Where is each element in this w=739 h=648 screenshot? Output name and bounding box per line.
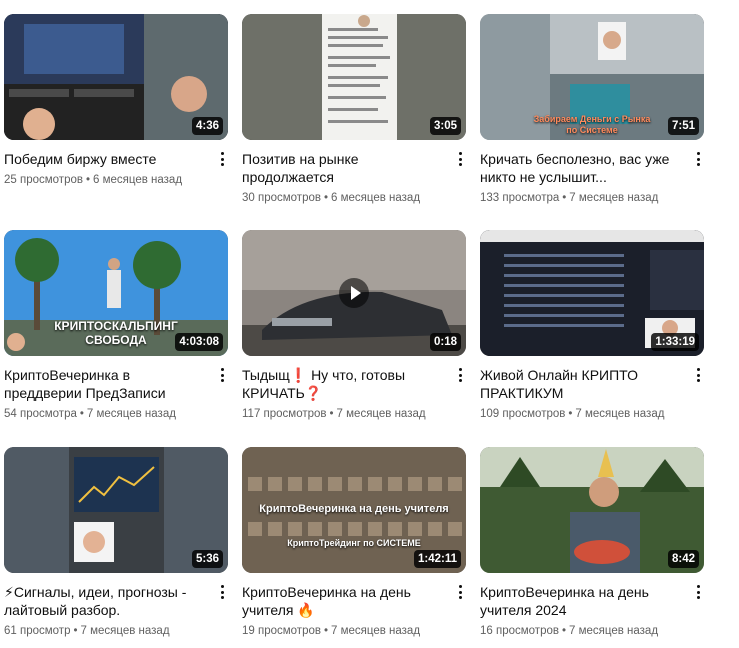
video-stats: 54 просмотра • 7 месяцев назад (4, 408, 176, 420)
video-stats: 16 просмотров • 7 месяцев назад (480, 625, 659, 637)
view-count: 133 просмотра (480, 192, 560, 204)
more-actions-icon[interactable] (692, 583, 704, 601)
upload-age: 6 месяцев назад (93, 174, 183, 186)
view-count: 25 просмотров (4, 174, 83, 186)
video-title[interactable]: Позитив на рынке продолжается (242, 150, 448, 186)
video-stats: 109 просмотров • 7 месяцев назад (480, 408, 665, 420)
video-title[interactable]: Живой Онлайн КРИПТО ПРАКТИКУМ (480, 366, 686, 402)
more-actions-icon[interactable] (216, 150, 228, 168)
upload-age: 7 месяцев назад (80, 625, 170, 637)
more-actions-icon[interactable] (454, 150, 466, 168)
view-count: 30 просмотров (242, 192, 321, 204)
video-card[interactable]: 4:36 Победим биржу вместе 25 просмотров •… (4, 14, 230, 186)
video-stats: 25 просмотров • 6 месяцев назад (4, 174, 183, 186)
video-duration: 7:51 (667, 117, 699, 135)
video-duration: 4:03:08 (175, 333, 223, 351)
video-thumbnail[interactable]: 5:36 (4, 447, 228, 573)
view-count: 109 просмотров (480, 408, 566, 420)
upload-age: 7 месяцев назад (575, 408, 665, 420)
view-count: 61 просмотр (4, 625, 71, 637)
video-stats: 30 просмотров • 6 месяцев назад (242, 192, 421, 204)
video-stats: 133 просмотра • 7 месяцев назад (480, 192, 659, 204)
video-stats: 19 просмотров • 7 месяцев назад (242, 625, 421, 637)
video-duration: 1:33:19 (651, 333, 699, 351)
play-icon (339, 278, 369, 308)
video-thumbnail[interactable]: 0:18 (242, 230, 466, 356)
video-title[interactable]: КриптоВечеринка на день учителя 🔥 (242, 583, 448, 619)
upload-age: 7 месяцев назад (86, 408, 176, 420)
video-card[interactable]: КРИПТОСКАЛЬПИНГ СВОБОДА 4:03:08 КриптоВе… (4, 230, 230, 420)
video-thumbnail[interactable]: КриптоВечеринка на день учителя КриптоТр… (242, 447, 466, 573)
video-title[interactable]: КриптоВечеринка на день учителя 2024 (480, 583, 686, 619)
view-count: 19 просмотров (242, 625, 321, 637)
thumbnail-caption-main: КриптоВечеринка на день учителя (259, 503, 449, 515)
video-card[interactable]: 3:05 Позитив на рынке продолжается 30 пр… (242, 14, 468, 204)
video-stats: 61 просмотр • 7 месяцев назад (4, 625, 170, 637)
upload-age: 6 месяцев назад (331, 192, 421, 204)
video-thumbnail[interactable]: КРИПТОСКАЛЬПИНГ СВОБОДА 4:03:08 (4, 230, 228, 356)
video-title[interactable]: Победим биржу вместе (4, 150, 210, 168)
video-thumbnail[interactable]: 4:36 (4, 14, 228, 140)
more-actions-icon[interactable] (454, 366, 466, 384)
upload-age: 7 месяцев назад (331, 625, 421, 637)
video-duration: 3:05 (429, 117, 461, 135)
view-count: 16 просмотров (480, 625, 559, 637)
video-duration: 8:42 (667, 550, 699, 568)
video-card[interactable]: Забираем Деньги с Рынка по Системе 7:51 … (480, 14, 706, 204)
upload-age: 7 месяцев назад (569, 625, 659, 637)
upload-age: 7 месяцев назад (569, 192, 659, 204)
video-stats: 117 просмотров • 7 месяцев назад (242, 408, 426, 420)
view-count: 54 просмотра (4, 408, 77, 420)
thumbnail-caption-main: КРИПТОСКАЛЬПИНГ (54, 319, 178, 333)
video-card[interactable]: КриптоВечеринка на день учителя КриптоТр… (242, 447, 468, 637)
more-actions-icon[interactable] (216, 366, 228, 384)
upload-age: 7 месяцев назад (336, 408, 426, 420)
thumbnail-caption: Забираем Деньги с Рынка по Системе (533, 114, 651, 135)
video-card[interactable]: 5:36 ⚡Сигналы, идеи, прогнозы - лайтовый… (4, 447, 230, 637)
video-thumbnail[interactable]: 1:33:19 (480, 230, 704, 356)
more-actions-icon[interactable] (216, 583, 228, 601)
video-title[interactable]: ⚡Сигналы, идеи, прогнозы - лайтовый разб… (4, 583, 210, 619)
video-thumbnail[interactable]: 3:05 (242, 14, 466, 140)
video-duration: 4:36 (191, 117, 223, 135)
video-duration: 0:18 (429, 333, 461, 351)
more-actions-icon[interactable] (454, 583, 466, 601)
video-thumbnail[interactable]: Забираем Деньги с Рынка по Системе 7:51 (480, 14, 704, 140)
video-card[interactable]: 0:18 Тыдыщ❗ Ну что, готовы КРИЧАТЬ❓ 117 … (242, 230, 468, 420)
video-duration: 1:42:11 (413, 550, 461, 568)
video-title[interactable]: КриптоВечеринка в преддверии ПредЗаписи (4, 366, 210, 402)
thumbnail-caption-sub: КриптоТрейдинг по СИСТЕМЕ (287, 538, 421, 548)
video-card[interactable]: 8:42 КриптоВечеринка на день учителя 202… (480, 447, 706, 637)
video-thumbnail[interactable]: 8:42 (480, 447, 704, 573)
video-card[interactable]: 1:33:19 Живой Онлайн КРИПТО ПРАКТИКУМ 10… (480, 230, 706, 420)
more-actions-icon[interactable] (692, 150, 704, 168)
video-duration: 5:36 (191, 550, 223, 568)
more-actions-icon[interactable] (692, 366, 704, 384)
video-title[interactable]: Кричать бесполезно, вас уже никто не усл… (480, 150, 686, 186)
view-count: 117 просмотров (242, 408, 327, 420)
video-title[interactable]: Тыдыщ❗ Ну что, готовы КРИЧАТЬ❓ (242, 366, 448, 402)
